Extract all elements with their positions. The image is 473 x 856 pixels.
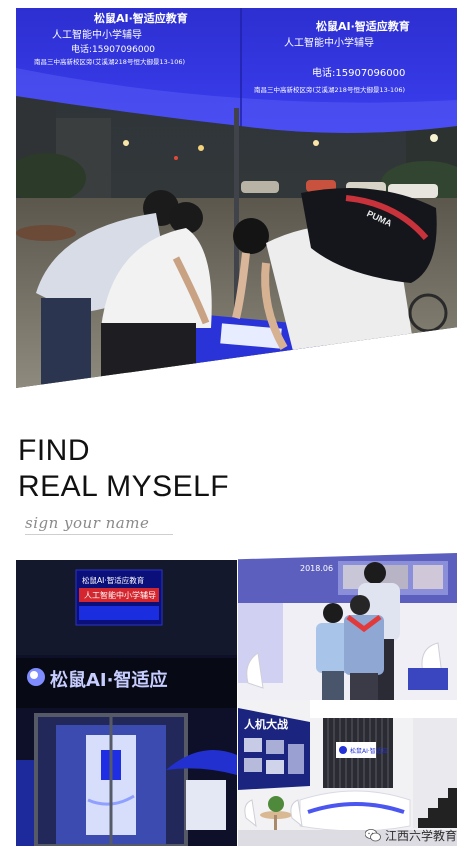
watermark-text: 江西六学教育 <box>384 829 457 843</box>
headline-line-1: FIND <box>18 434 90 467</box>
led-screen-line-2: 人工智能中小学辅导 <box>84 590 156 600</box>
wechat-watermark: 江西六学教育 <box>364 827 457 844</box>
wechat-icon <box>364 829 381 842</box>
classroom-banner-text: 2018.06 <box>300 564 333 573</box>
led-screen-line-1: 松鼠AI·智适应教育 <box>82 575 145 585</box>
storefront-photo: 松鼠AI·智适应教育 人工智能中小学辅导 松鼠AI·智适应 <box>16 560 237 846</box>
umbrella-phone-text-right: 电话:15907096000 <box>312 66 405 79</box>
reception-logo-text: 松鼠AI·智适应 <box>350 747 388 755</box>
umbrella-brand-text-right: 松鼠AI·智适应教育 <box>316 19 410 33</box>
signature-tagline: sign your name <box>25 514 150 532</box>
umbrella-address-text-right: 南昌三中高新校区旁(艾溪湖218号恒大御景13-106) <box>254 85 405 94</box>
umbrella-tagline-text-right: 人工智能中小学辅导 <box>284 36 374 49</box>
lobby-photo: 人机大战 松鼠AI·智适应 <box>238 700 457 846</box>
umbrella-brand-text: 松鼠AI·智适应教育 <box>94 11 188 25</box>
store-sign-text: 松鼠AI·智适应 <box>50 669 167 691</box>
lobby-wall-title: 人机大战 <box>244 717 288 731</box>
headline-line-2: REAL MYSELF <box>18 470 230 503</box>
classroom-photo: 2018.06 <box>238 553 457 710</box>
signature-underline <box>25 534 173 535</box>
umbrella-tagline-text: 人工智能中小学辅导 <box>52 28 142 41</box>
umbrella-address-text: 南昌三中高新校区旁(艾溪湖218号恒大御景13-106) <box>34 57 185 66</box>
umbrella-phone-text: 电话:15907096000 <box>71 43 155 55</box>
promo-street-photo: 松鼠AI·智适应教育 松鼠AI·智适应教育 人工智能中小学辅导 人工智能中小学辅… <box>16 8 457 388</box>
